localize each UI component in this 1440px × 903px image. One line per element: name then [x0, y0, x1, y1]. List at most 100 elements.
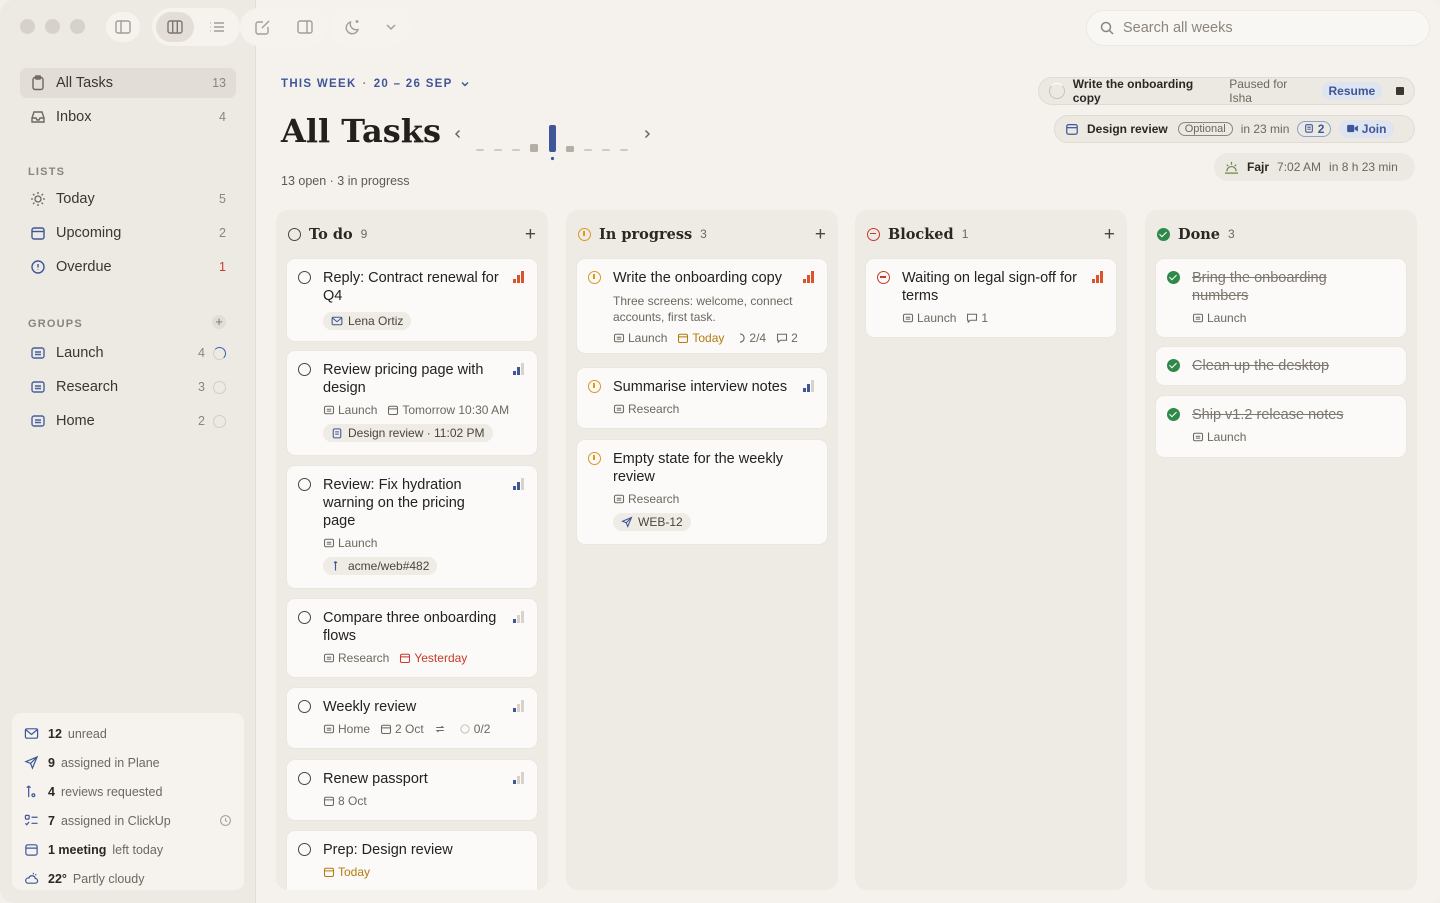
task-group: Launch [628, 331, 668, 345]
toolbar-sidebar-group [102, 8, 144, 46]
sidebar-item-upcoming[interactable]: Upcoming 2 [20, 218, 236, 248]
separator-dot: · [362, 78, 368, 90]
priority-medium-icon [803, 380, 815, 392]
view-switcher [152, 8, 240, 46]
board-view-button[interactable] [156, 12, 194, 42]
minimize-window-button[interactable] [45, 19, 60, 34]
add-task-button[interactable]: + [525, 225, 536, 244]
sidebar-item-count: 4 [198, 346, 205, 360]
sidebar-item-label: Today [56, 191, 95, 207]
sidebar-item-all-tasks[interactable]: All Tasks 13 [20, 68, 236, 98]
search-field[interactable]: Search all weeks [1086, 10, 1430, 46]
task-checkbox[interactable] [298, 363, 311, 376]
task-card[interactable]: Review: Fix hydration warning on the pri… [286, 465, 538, 589]
sidebar-item-overdue[interactable]: Overdue 1 [20, 252, 236, 282]
task-checkbox-checked[interactable] [1167, 408, 1180, 421]
send-icon [621, 516, 633, 528]
task-card[interactable]: Clean up the desktop [1155, 346, 1407, 386]
sidebar-item-launch[interactable]: Launch 4 [20, 338, 236, 368]
task-checkbox[interactable] [298, 700, 311, 713]
task-title: Clean up the desktop [1192, 358, 1330, 374]
task-checkbox-checked[interactable] [1167, 359, 1180, 372]
folder-icon [30, 345, 46, 361]
next-week-button[interactable] [637, 124, 657, 144]
toggle-sidebar-button[interactable] [106, 12, 140, 42]
task-checkbox-checked[interactable] [1167, 271, 1180, 284]
status-row-clickup[interactable]: 7 assigned in ClickUp [12, 806, 244, 835]
add-group-button[interactable]: + [212, 315, 226, 329]
resume-button[interactable]: Resume [1321, 82, 1383, 100]
column-title: Done [1178, 225, 1221, 243]
task-tag[interactable]: Design review · 11:02 PM [323, 424, 493, 442]
sidebar-item-today[interactable]: Today 5 [20, 184, 236, 214]
status-row-mail[interactable]: 12 unread [12, 719, 244, 748]
task-checkbox[interactable] [298, 478, 311, 491]
page-subtitle: 13 open · 3 in progress [281, 174, 410, 188]
day-bar [530, 144, 538, 152]
task-card[interactable]: Compare three onboarding flows Research … [286, 598, 538, 678]
task-tag[interactable]: Lena Ortiz [323, 312, 412, 330]
task-card[interactable]: Weekly review Home 2 Oct 0/2 [286, 687, 538, 749]
meeting-attendees-badge[interactable]: 2 [1297, 121, 1332, 137]
task-card[interactable]: Ship v1.2 release notes Launch [1155, 395, 1407, 458]
close-window-button[interactable] [20, 19, 35, 34]
status-row-plane[interactable]: 9 assigned in Plane [12, 748, 244, 777]
add-task-button[interactable]: + [1104, 225, 1115, 244]
theme-button[interactable] [334, 12, 372, 42]
add-task-button[interactable]: + [815, 225, 826, 244]
task-status[interactable] [877, 271, 890, 284]
task-checkbox[interactable] [298, 843, 311, 856]
calendar-icon [323, 795, 335, 807]
task-status[interactable] [588, 452, 601, 465]
task-card[interactable]: Prep: Design review Today [286, 830, 538, 890]
task-meta: Launch Today 2/4 2 [613, 331, 815, 345]
sidebar-item-home[interactable]: Home 2 [20, 406, 236, 436]
task-card[interactable]: Summarise interview notes Research [576, 367, 828, 429]
join-button[interactable]: Join [1339, 120, 1395, 138]
task-card[interactable]: Empty state for the weekly review Resear… [576, 439, 828, 545]
sidebar-item-count: 4 [219, 110, 226, 124]
sidebar-item-inbox[interactable]: Inbox 4 [20, 102, 236, 132]
task-card[interactable]: Write the onboarding copy Three screens:… [576, 258, 828, 354]
priority-low-icon [513, 700, 525, 712]
inspector-button[interactable] [286, 12, 324, 42]
column-count: 1 [961, 227, 969, 241]
subtask-progress-icon [734, 332, 746, 344]
comment-count: 1 [981, 311, 989, 325]
zoom-window-button[interactable] [70, 19, 85, 34]
column-title: In progress [599, 225, 693, 243]
sidebar-item-label: Research [56, 379, 119, 395]
status-row-meetings[interactable]: 1 meeting left today [12, 835, 244, 864]
task-checkbox[interactable] [298, 611, 311, 624]
chevron-down-icon [386, 24, 396, 31]
task-card[interactable]: Renew passport 8 Oct [286, 759, 538, 821]
task-status[interactable] [588, 271, 601, 284]
sidebar-item-label: Overdue [56, 259, 112, 275]
task-card[interactable]: Waiting on legal sign-off for terms Laun… [865, 258, 1117, 338]
task-checkbox[interactable] [298, 271, 311, 284]
history-icon[interactable] [219, 814, 232, 827]
compose-button[interactable] [244, 12, 282, 42]
stop-icon[interactable] [1396, 87, 1405, 95]
status-value: 4 [48, 784, 55, 799]
task-status[interactable] [588, 380, 601, 393]
calendar-icon [30, 225, 46, 241]
tag-label: Lena Ortiz [348, 314, 404, 328]
todo-status-icon [288, 227, 301, 241]
task-tag[interactable]: WEB-12 [613, 513, 691, 531]
task-card[interactable]: Bring the onboarding numbers Launch [1155, 258, 1407, 338]
sidebar-item-research[interactable]: Research 3 [20, 372, 236, 402]
list-view-button[interactable] [198, 12, 236, 42]
previous-week-button[interactable] [448, 124, 468, 144]
toolbar-edit-group [240, 8, 328, 46]
priority-high-icon [803, 271, 815, 283]
task-card[interactable]: Reply: Contract renewal for Q4 Lena Orti… [286, 258, 538, 342]
task-card[interactable]: Review pricing page with design Launch T… [286, 350, 538, 456]
task-tag[interactable]: acme/web#482 [323, 557, 438, 575]
theme-menu-button[interactable] [376, 12, 406, 42]
week-selector[interactable]: THIS WEEK · 20 – 26 SEP [281, 78, 471, 90]
week-activity-strip[interactable] [476, 118, 632, 162]
task-checkbox[interactable] [298, 772, 311, 785]
status-row-reviews[interactable]: 4 reviews requested [12, 777, 244, 806]
status-row-weather[interactable]: 22° Partly cloudy [12, 864, 244, 893]
